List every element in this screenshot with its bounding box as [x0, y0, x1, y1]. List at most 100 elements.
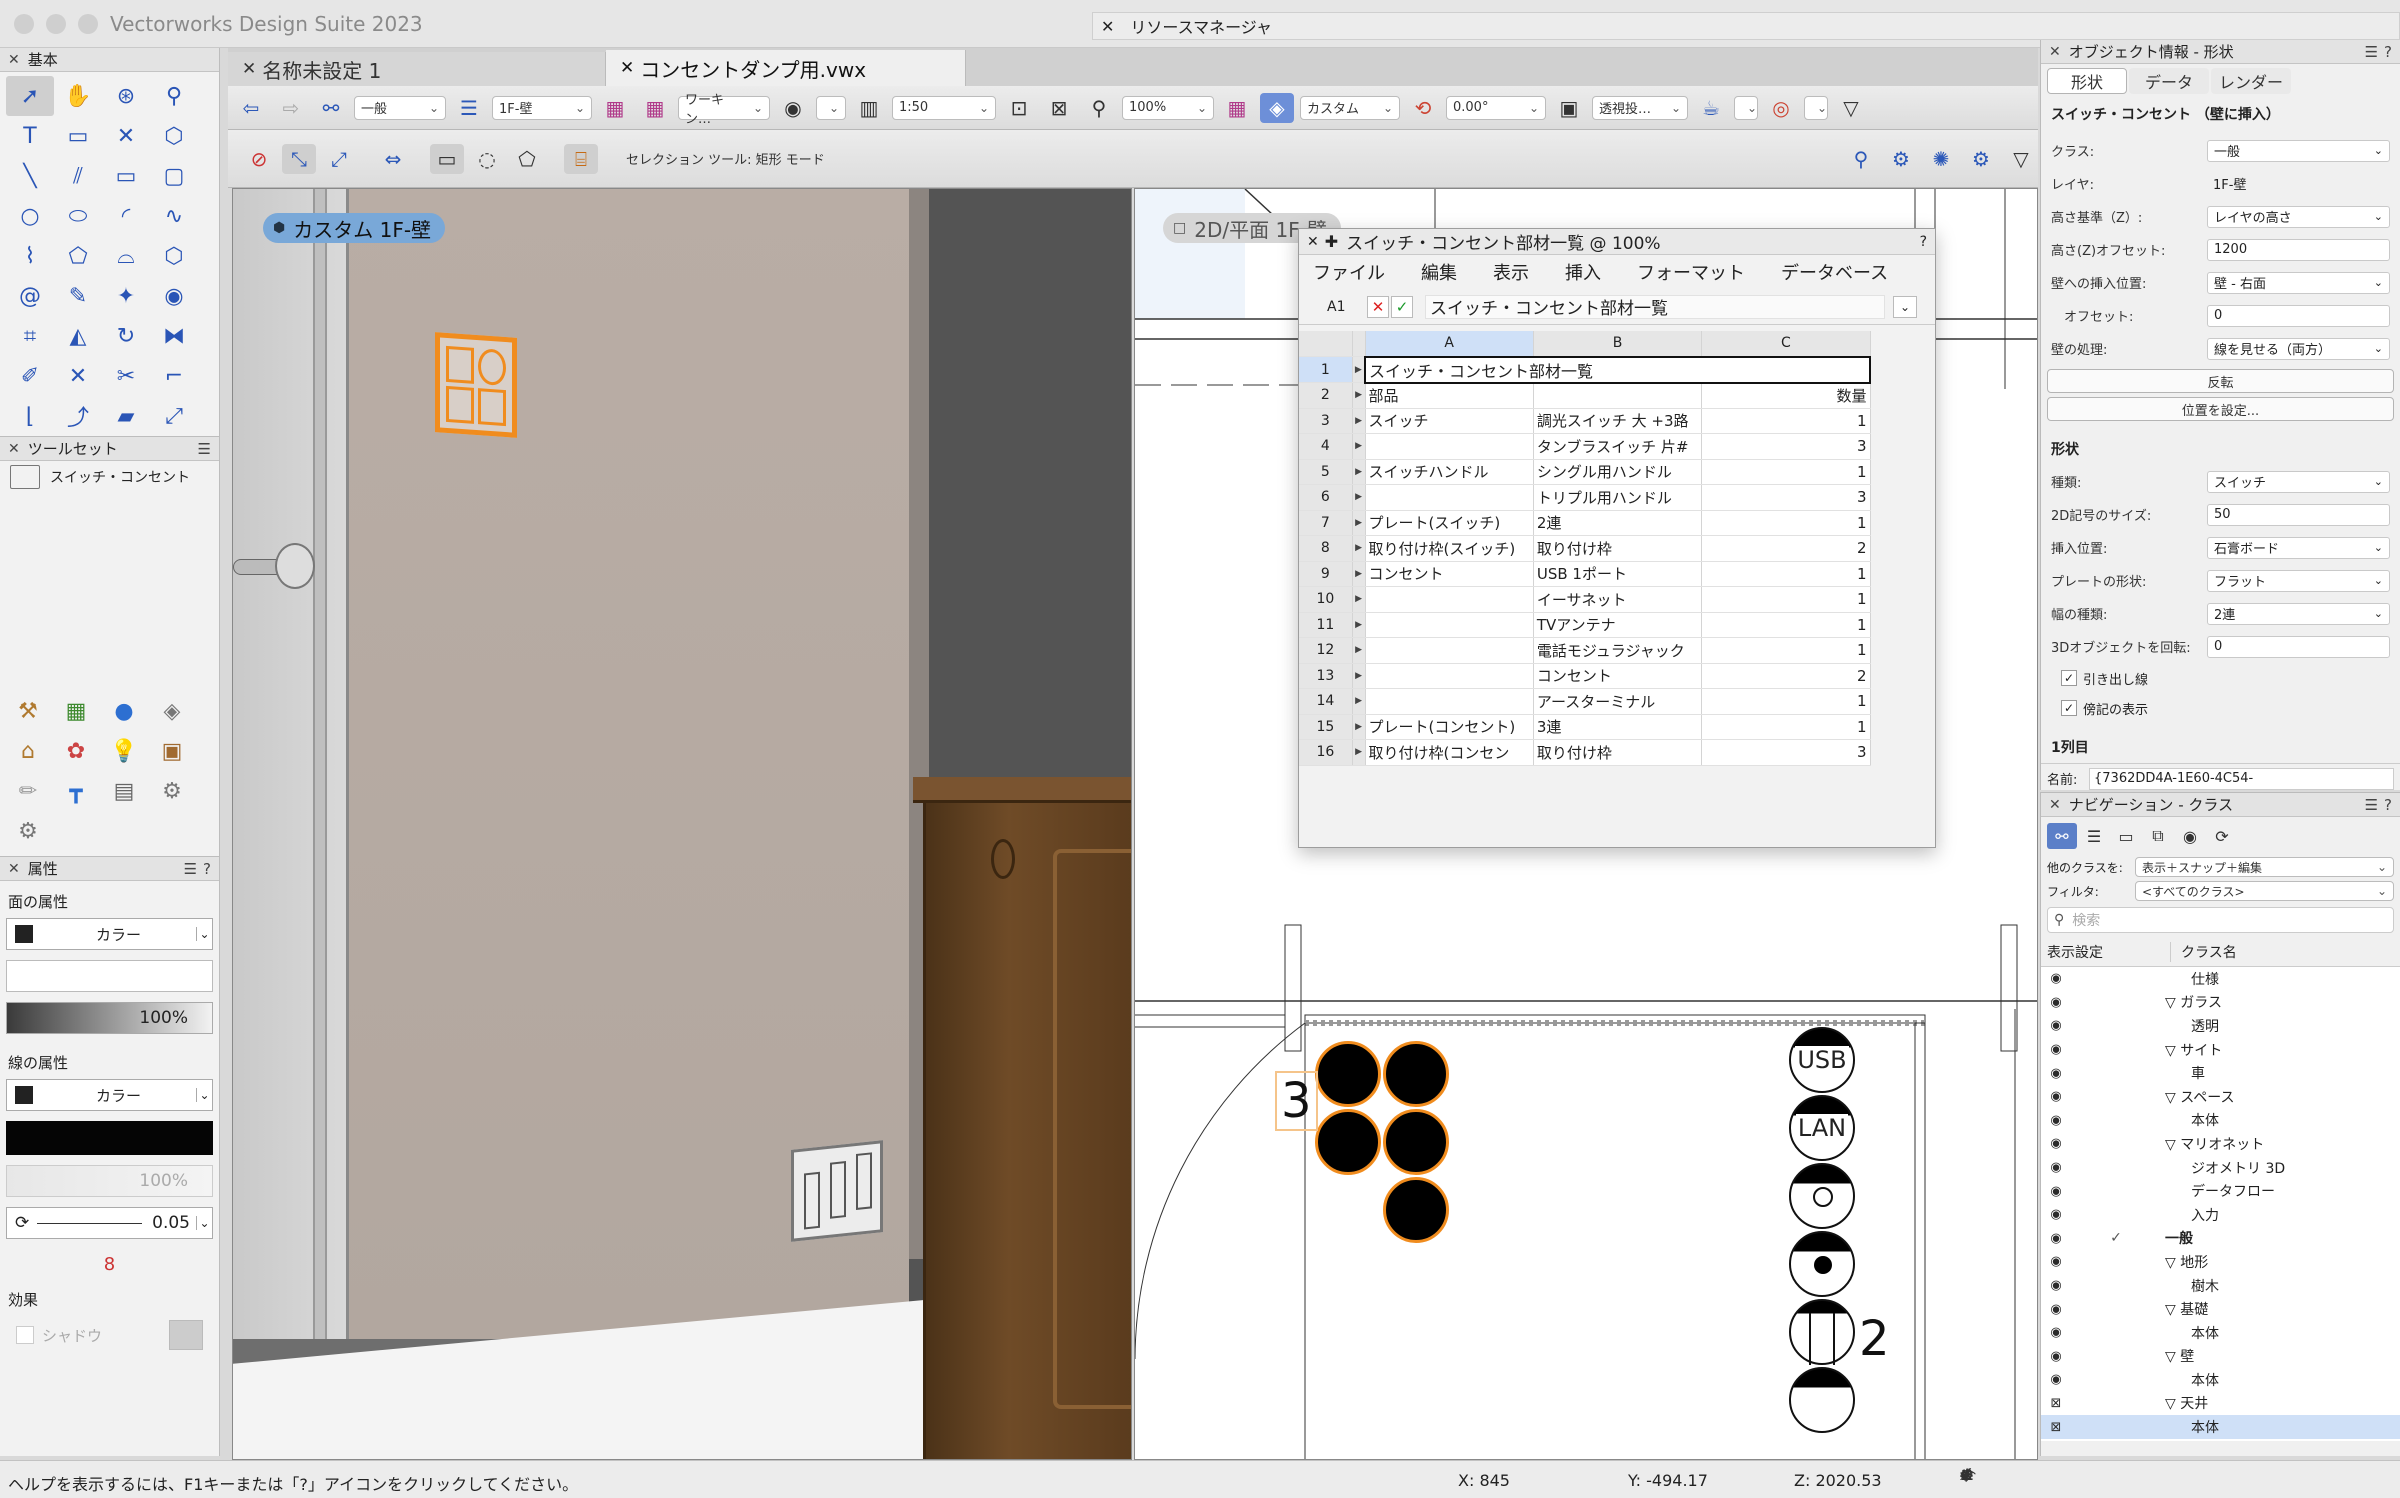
tool-settings-icon[interactable]: ⚙	[1964, 144, 1998, 174]
field-dropdown[interactable]: スイッチ	[2207, 470, 2390, 493]
furniture-icon[interactable]: ▣	[148, 731, 196, 771]
disclosure-triangle-icon[interactable]: ▽	[2165, 1255, 2180, 1271]
close-icon[interactable]: ✕	[8, 861, 20, 877]
field-input[interactable]: 0	[2207, 304, 2390, 327]
formula-input[interactable]: スイッチ・コンセント部材一覧	[1425, 294, 1885, 319]
disclosure-triangle-icon[interactable]: ▽	[2165, 1302, 2180, 1318]
building-shell-icon[interactable]: ⚒	[4, 691, 52, 731]
cell-c[interactable]: 1	[1701, 637, 1871, 664]
site-planning-icon[interactable]: ▦	[52, 691, 100, 731]
fabrication-icon[interactable]: ▤	[100, 771, 148, 811]
row-arrow[interactable]: ▶	[1352, 535, 1366, 562]
shadow-swatch[interactable]	[169, 1320, 203, 1350]
cell-c[interactable]: 3	[1701, 484, 1871, 511]
search-field[interactable]: ⚲ 検索	[2047, 907, 2394, 933]
cell-a[interactable]	[1365, 637, 1534, 664]
references-tab-icon[interactable]: ⟳	[2207, 823, 2237, 849]
magnifier-icon[interactable]: ⚲	[1082, 93, 1116, 123]
viewport-label-3d[interactable]: ⬢ カスタム 1F-壁	[263, 213, 446, 243]
rotation-field[interactable]: 0.00°	[1446, 95, 1546, 120]
close-icon[interactable]: ✕	[1101, 17, 1114, 36]
connect-tool-icon[interactable]: ⤢	[150, 396, 198, 436]
class-row[interactable]: ◉ 本体	[2041, 1109, 2400, 1133]
row-number[interactable]: 3	[1299, 408, 1353, 434]
field-dropdown[interactable]: 石膏ボード	[2207, 536, 2390, 559]
render-mode-icon[interactable]: ▣	[1552, 93, 1586, 123]
cell-c[interactable]: 1	[1701, 459, 1871, 485]
row-arrow[interactable]: ▶	[1352, 510, 1366, 536]
fill-type-dropdown[interactable]: カラー ⌄	[6, 918, 213, 950]
class-row[interactable]: ◉ 本体	[2041, 1321, 2400, 1345]
active-class-dropdown[interactable]: 一般	[354, 95, 446, 120]
class-row[interactable]: ◉ 入力	[2041, 1203, 2400, 1227]
disclosure-triangle-icon[interactable]: ▽	[2165, 1090, 2180, 1106]
tab-shape[interactable]: 形状	[2047, 68, 2127, 94]
eye-icon[interactable]: ◉	[2041, 971, 2071, 986]
field-input[interactable]: 1200	[2207, 238, 2390, 261]
view-grid-icon[interactable]: ▦	[1220, 93, 1254, 123]
eye-icon[interactable]: ◉	[2041, 995, 2071, 1010]
line-weight-control[interactable]: ⟳ 0.05 ⌄	[6, 1207, 213, 1239]
row-arrow[interactable]: ▶	[1352, 637, 1366, 664]
cell-a[interactable]	[1365, 433, 1534, 460]
accept-entry-icon[interactable]: ✓	[1391, 295, 1413, 318]
offset-tool-icon[interactable]: ⤴	[54, 396, 102, 436]
visibility-column-header[interactable]: 表示設定	[2041, 941, 2171, 962]
polygon-marquee-icon[interactable]: ⬠	[510, 144, 544, 174]
active-layer-dropdown[interactable]: 1F-壁	[492, 95, 592, 120]
zoom-tool-icon[interactable]: ⚲	[150, 76, 198, 116]
row-number[interactable]: 4	[1299, 433, 1353, 460]
saved-views-tab-icon[interactable]: ◉	[2175, 823, 2205, 849]
disable-interactive-scaling-icon[interactable]: ⊘	[242, 144, 276, 174]
close-icon[interactable]: ✕	[8, 441, 20, 457]
cell-a[interactable]: 取り付け枠(スイッチ)	[1365, 535, 1534, 562]
render-teapot-icon[interactable]: ☕	[1694, 93, 1728, 123]
disclosure-triangle-icon[interactable]: ▽	[2165, 1043, 2180, 1059]
cell-b[interactable]: 電話モジュラジャック	[1533, 637, 1703, 664]
eye-icon[interactable]: ◉	[2041, 1089, 2071, 1104]
regular-polygon-tool-icon[interactable]: ⬡	[150, 236, 198, 276]
menu-icon[interactable]: ☰	[2365, 43, 2378, 61]
layers-icon[interactable]: ☰	[452, 93, 486, 123]
visibility-dropdown[interactable]	[816, 95, 846, 120]
sheet-layers-tab-icon[interactable]: ▭	[2111, 823, 2141, 849]
scale-icon[interactable]: ▥	[852, 93, 886, 123]
row-arrow[interactable]: ▶	[1352, 382, 1366, 409]
class-row[interactable]: ◉ 本体	[2041, 1368, 2400, 1392]
render-settings-icon[interactable]: ✺	[1924, 144, 1958, 174]
menu-format[interactable]: フォーマット	[1637, 259, 1745, 285]
class-row[interactable]: ◉ データフロー	[2041, 1179, 2400, 1203]
zoom-dropdown[interactable]: 100%	[1122, 95, 1214, 120]
menu-file[interactable]: ファイル	[1313, 259, 1385, 285]
trim-tool-icon[interactable]: ✕	[54, 356, 102, 396]
line-color-bar[interactable]	[6, 1121, 213, 1155]
dims-annotation-icon[interactable]: ◈	[148, 691, 196, 731]
double-line-tool-icon[interactable]: ⫽	[54, 156, 102, 196]
cell-c[interactable]: 1	[1701, 688, 1871, 715]
position-button[interactable]: 位置を設定...	[2047, 397, 2394, 421]
fill-color-bar[interactable]	[6, 960, 213, 992]
snap-loupe-icon[interactable]: ⚲	[1844, 144, 1878, 174]
eye-icon[interactable]: ◉	[2041, 1231, 2071, 1246]
menu-icon[interactable]: ☰	[184, 860, 197, 878]
arc-tool-icon[interactable]: ◜	[102, 196, 150, 236]
cell-a[interactable]: プレート(コンセント)	[1365, 714, 1534, 740]
menu-database[interactable]: データベース	[1781, 259, 1888, 285]
lasso-marquee-icon[interactable]: ◌	[470, 144, 504, 174]
row-number[interactable]: 9	[1299, 561, 1353, 587]
menu-icon[interactable]: ☰	[2365, 796, 2378, 814]
eye-icon[interactable]: ◉	[2041, 1254, 2071, 1269]
standard-view-dropdown[interactable]: カスタム	[1300, 95, 1400, 120]
class-row[interactable]: ◉ 車	[2041, 1061, 2400, 1085]
class-row[interactable]: ⊠ ▽ 天井	[2041, 1392, 2400, 1416]
split-tool-icon[interactable]: ✐	[6, 356, 54, 396]
cell-a[interactable]: プレート(スイッチ)	[1365, 510, 1534, 536]
projection-dropdown[interactable]: 透視投…	[1592, 95, 1688, 120]
row-number[interactable]: 5	[1299, 459, 1353, 485]
multi-object-scaling-icon[interactable]: ⤢	[322, 144, 356, 174]
visibility-icon[interactable]: ◉	[776, 93, 810, 123]
row-arrow[interactable]: ▶	[1352, 459, 1366, 485]
saved-view-icon[interactable]: ▦	[598, 93, 632, 123]
row-arrow[interactable]: ▶	[1352, 714, 1366, 740]
class-row[interactable]: ◉ ▽ 地形	[2041, 1250, 2400, 1274]
